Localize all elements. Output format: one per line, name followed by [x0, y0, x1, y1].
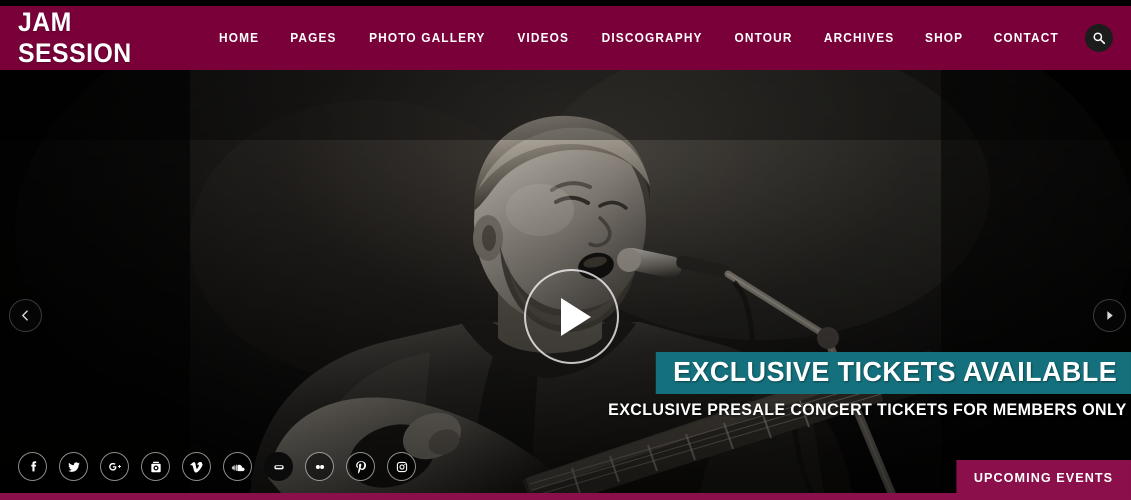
twitter-icon — [67, 461, 80, 472]
site-header: JAM SESSION HOME PAGES PHOTO GALLERY VID… — [0, 6, 1131, 70]
hero-slider: EXCLUSIVE TICKETS AVAILABLE EXCLUSIVE PR… — [0, 70, 1131, 494]
social-link-vimeo[interactable] — [182, 452, 211, 481]
soundcloud-icon — [231, 464, 245, 471]
social-link-twitter[interactable] — [59, 452, 88, 481]
video-play-button[interactable] — [524, 269, 619, 364]
nav-item-pages[interactable]: PAGES — [277, 31, 350, 45]
social-link-flickr[interactable] — [305, 452, 334, 481]
lastfm-icon — [273, 464, 284, 469]
chevron-left-icon — [22, 310, 28, 321]
slide-caption-title: EXCLUSIVE TICKETS AVAILABLE — [656, 352, 1131, 394]
slider-prev-button[interactable] — [9, 299, 42, 332]
social-link-instagram[interactable] — [387, 452, 416, 481]
search-icon — [1093, 32, 1106, 45]
nav-item-photo-gallery[interactable]: PHOTO GALLERY — [355, 31, 498, 45]
youtube-icon — [150, 461, 161, 472]
site-logo[interactable]: JAM SESSION — [18, 7, 189, 69]
social-link-pinterest[interactable] — [346, 452, 375, 481]
search-button[interactable] — [1085, 24, 1113, 52]
upcoming-events-button[interactable]: UPCOMING EVENTS — [956, 460, 1131, 494]
vimeo-icon — [189, 461, 203, 473]
bottom-magenta-strip — [0, 493, 1131, 500]
nav-item-videos[interactable]: VIDEOS — [504, 31, 582, 45]
nav-item-discography[interactable]: DISCOGRAPHY — [588, 31, 716, 45]
slide-caption-subtitle: EXCLUSIVE PRESALE CONCERT TICKETS FOR ME… — [608, 401, 1128, 419]
nav-item-archives[interactable]: ARCHIVES — [811, 31, 908, 45]
nav-item-home[interactable]: HOME — [206, 31, 273, 45]
slide-caption: EXCLUSIVE TICKETS AVAILABLE EXCLUSIVE PR… — [592, 352, 1131, 420]
social-links — [18, 452, 416, 481]
social-link-youtube[interactable] — [141, 452, 170, 481]
slider-next-button[interactable] — [1093, 299, 1126, 332]
nav-item-ontour[interactable]: ONTOUR — [721, 31, 806, 45]
top-black-strip — [0, 0, 1131, 6]
social-link-facebook[interactable] — [18, 452, 47, 481]
chevron-right-icon — [1107, 311, 1113, 320]
facebook-icon — [30, 460, 36, 471]
nav-item-contact[interactable]: CONTACT — [981, 31, 1073, 45]
social-link-google-plus[interactable] — [100, 452, 129, 481]
nav-item-shop[interactable]: SHOP — [912, 31, 977, 45]
social-link-lastfm[interactable] — [264, 452, 293, 481]
social-link-soundcloud[interactable] — [223, 452, 252, 481]
google-plus-icon — [108, 462, 121, 471]
page-root: JAM SESSION HOME PAGES PHOTO GALLERY VID… — [0, 0, 1131, 500]
flickr-icon — [315, 464, 324, 469]
pinterest-icon — [355, 460, 366, 474]
play-icon — [561, 297, 591, 336]
main-navigation: HOME PAGES PHOTO GALLERY VIDEOS DISCOGRA… — [204, 6, 1131, 70]
instagram-icon — [396, 461, 407, 472]
